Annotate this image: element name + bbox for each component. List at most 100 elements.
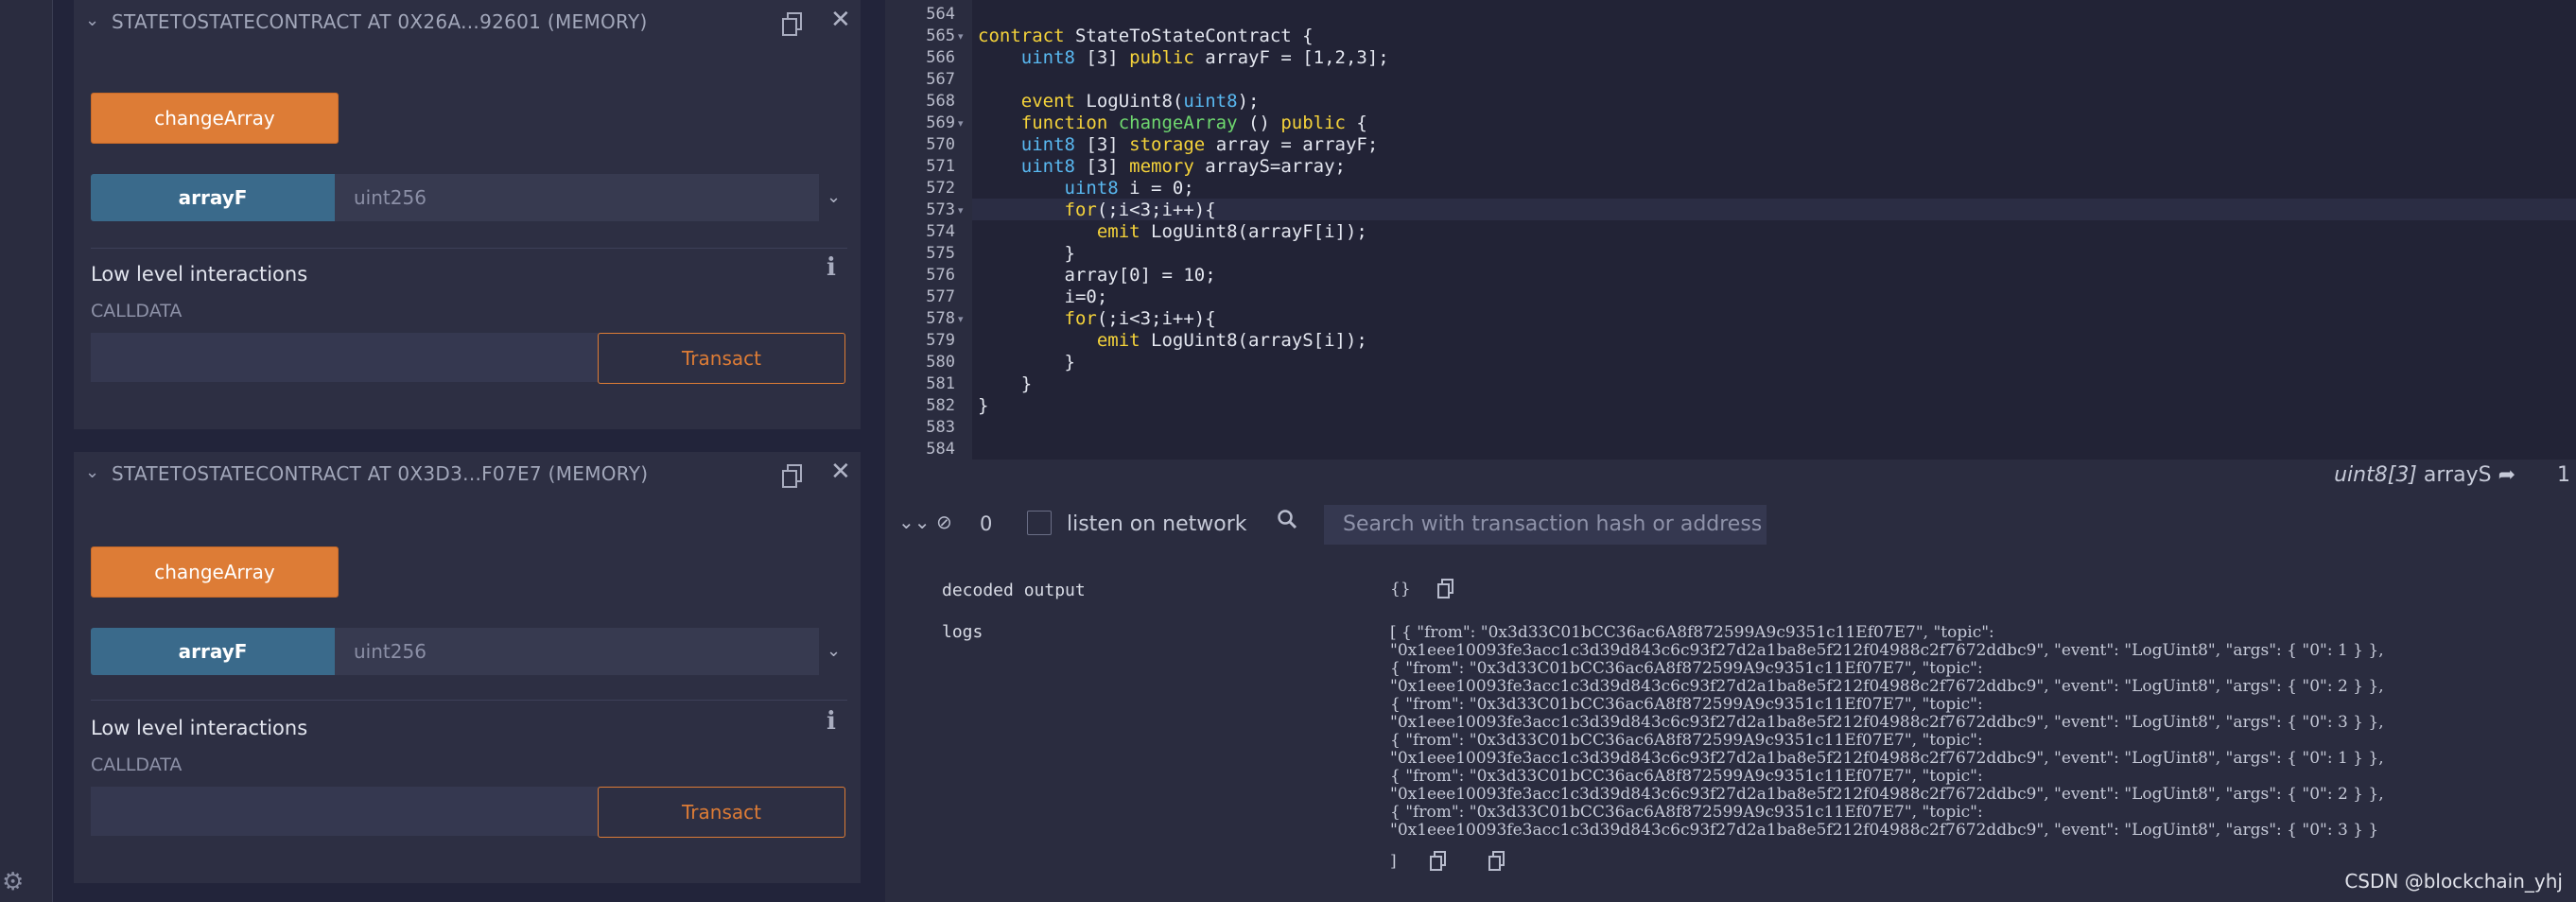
log-line: "0x1eee10093fe3acc1c3d39d843c6c93f27d2a1… [1390, 749, 2384, 768]
arrayf-call-button[interactable]: arrayF [91, 628, 335, 675]
line-number: 583 [926, 418, 955, 437]
line-number: 584 [926, 440, 955, 459]
line-number: 577 [926, 287, 955, 306]
fold-arrow-icon[interactable]: ▾ [958, 26, 964, 47]
contract-title: STATETOSTATECONTRACT AT 0X3D3...F07E7 (M… [112, 462, 649, 485]
line-number-gutter: 564 565 ▾ 566 567 568 569 ▾ 570 571 572 573 ▾ 574 575 5… [885, 0, 972, 460]
logs-close-bracket: ] [1390, 852, 1397, 871]
code-line[interactable]: for(;i<3;i++){ [978, 199, 1216, 221]
code-line[interactable]: array[0] = 10; [978, 265, 1216, 286]
log-line: [ { "from": "0x3d33C01bCC36ac6A8f872599A… [1390, 623, 1994, 642]
contract-header[interactable]: ⌄ STATETOSTATECONTRACT AT 0X3D3...F07E7 … [74, 452, 861, 499]
line-number: 570 [926, 135, 955, 154]
log-line: "0x1eee10093fe3acc1c3d39d843c6c93f27d2a1… [1390, 785, 2384, 804]
change-array-button[interactable]: changeArray [91, 546, 339, 598]
code-line[interactable]: uint8 [3] memory arrayS=array; [978, 156, 1346, 178]
code-line[interactable]: uint8 [3] public arrayF = [1,2,3]; [978, 47, 1389, 69]
gear-icon[interactable]: ⚙ [2, 868, 24, 896]
fold-arrow-icon[interactable]: ▾ [958, 113, 964, 134]
copy-icon[interactable] [781, 463, 804, 490]
line-number: 576 [926, 266, 955, 285]
calldata-label: CALLDATA [91, 301, 183, 321]
line-number: 567 [926, 70, 955, 89]
code-line[interactable]: event LogUint8(uint8); [978, 91, 1260, 113]
calldata-label: CALLDATA [91, 755, 183, 775]
line-number: 578 [926, 309, 955, 328]
copy-icon[interactable] [781, 11, 804, 38]
line-number: 573 [926, 200, 955, 219]
symbol-name: arrayS [2423, 463, 2492, 487]
log-line: "0x1eee10093fe3acc1c3d39d843c6c93f27d2a1… [1390, 713, 2384, 732]
code-line[interactable]: emit LogUint8(arrayF[i]); [978, 221, 1367, 243]
log-line: "0x1eee10093fe3acc1c3d39d843c6c93f27d2a1… [1390, 821, 2379, 840]
chevron-down-icon[interactable]: ⌄ [827, 628, 849, 675]
code-line[interactable]: function changeArray () public { [978, 113, 1367, 134]
code-line[interactable]: uint8 i = 0; [978, 178, 1194, 199]
info-icon[interactable]: i [827, 253, 836, 282]
info-icon[interactable]: i [827, 707, 836, 736]
collapse-terminal-icon[interactable]: ⌄⌄ [898, 511, 931, 533]
code-line[interactable]: uint8 [3] storage array = arrayF; [978, 134, 1379, 156]
transaction-search-input[interactable]: Search with transaction hash or address [1324, 505, 1767, 545]
code-line[interactable]: i=0; [978, 286, 1108, 308]
log-line: { "from": "0x3d33C01bCC36ac6A8f872599A9c… [1390, 803, 1983, 822]
log-line: "0x1eee10093fe3acc1c3d39d843c6c93f27d2a1… [1390, 641, 2384, 660]
icon-rail: ⚙ [0, 0, 53, 902]
transact-button[interactable]: Transact [598, 787, 845, 838]
close-icon[interactable]: ✕ [830, 6, 851, 34]
log-line: "0x1eee10093fe3acc1c3d39d843c6c93f27d2a1… [1390, 677, 2384, 696]
decoded-output-value: {} [1390, 580, 1411, 598]
code-line[interactable]: } [978, 243, 1075, 265]
code-editor[interactable]: 564 565 ▾ 566 567 568 569 ▾ 570 571 572 573 ▾ 574 575 5… [885, 0, 2576, 487]
transact-button[interactable]: Transact [598, 333, 845, 384]
reference-count: 1 [2557, 463, 2570, 487]
clear-icon[interactable]: ⊘ [936, 511, 952, 533]
copy-icon[interactable] [1437, 579, 1454, 599]
line-number: 571 [926, 157, 955, 176]
terminal-output: decoded output {} logs [ { "from": "0x3d… [885, 550, 2576, 902]
calldata-input[interactable] [91, 787, 603, 836]
line-number: 569 [926, 113, 955, 132]
search-icon [1277, 509, 1297, 535]
symbol-info: uint8[3] arrayS ➦ [2334, 463, 2515, 487]
listen-on-network-label: listen on network [1067, 512, 1247, 536]
log-line: { "from": "0x3d33C01bCC36ac6A8f872599A9c… [1390, 695, 1983, 714]
fold-arrow-icon[interactable]: ▾ [958, 199, 964, 221]
code-line[interactable]: } [978, 373, 1032, 395]
log-line: { "from": "0x3d33C01bCC36ac6A8f872599A9c… [1390, 731, 1983, 750]
chevron-down-icon[interactable]: ⌄ [85, 461, 108, 484]
code-line[interactable]: for(;i<3;i++){ [978, 308, 1216, 330]
contract-header[interactable]: ⌄ STATETOSTATECONTRACT AT 0X26A...92601 … [74, 0, 861, 47]
line-number: 582 [926, 396, 955, 415]
line-number: 579 [926, 331, 955, 350]
decoded-output-label: decoded output [942, 581, 1086, 600]
chevron-down-icon[interactable]: ⌄ [827, 174, 849, 221]
change-array-button[interactable]: changeArray [91, 93, 339, 144]
divider [91, 700, 847, 701]
copy-icon[interactable] [1430, 851, 1447, 872]
arrayf-input[interactable]: uint256 [335, 628, 819, 675]
terminal-toolbar: ⌄⌄ ⊘ 0 listen on network Search with tra… [885, 497, 2576, 550]
contract-title: STATETOSTATECONTRACT AT 0X26A...92601 (M… [112, 10, 648, 33]
divider [91, 248, 847, 249]
close-icon[interactable]: ✕ [830, 458, 851, 486]
line-number: 565 [926, 26, 955, 45]
line-number: 580 [926, 353, 955, 372]
line-number: 568 [926, 92, 955, 111]
code-line[interactable]: emit LogUint8(arrayS[i]); [978, 330, 1367, 352]
chevron-down-icon[interactable]: ⌄ [85, 9, 108, 32]
line-number: 574 [926, 222, 955, 241]
contract-instance: ⌄ STATETOSTATECONTRACT AT 0X3D3...F07E7 … [74, 452, 861, 883]
arrayf-call-button[interactable]: arrayF [91, 174, 335, 221]
code-line[interactable]: contract StateToStateContract { [978, 26, 1314, 47]
code-line[interactable]: } [978, 395, 988, 417]
fold-arrow-icon[interactable]: ▾ [958, 308, 964, 330]
copy-icon[interactable] [1488, 851, 1506, 872]
listen-on-network-checkbox[interactable] [1027, 511, 1052, 535]
arrayf-input[interactable]: uint256 [335, 174, 819, 221]
log-line: { "from": "0x3d33C01bCC36ac6A8f872599A9c… [1390, 767, 1983, 786]
calldata-input[interactable] [91, 333, 603, 382]
code-line[interactable]: } [978, 352, 1075, 373]
goto-definition-icon[interactable]: ➦ [2498, 463, 2515, 487]
pending-tx-count: 0 [980, 512, 993, 535]
